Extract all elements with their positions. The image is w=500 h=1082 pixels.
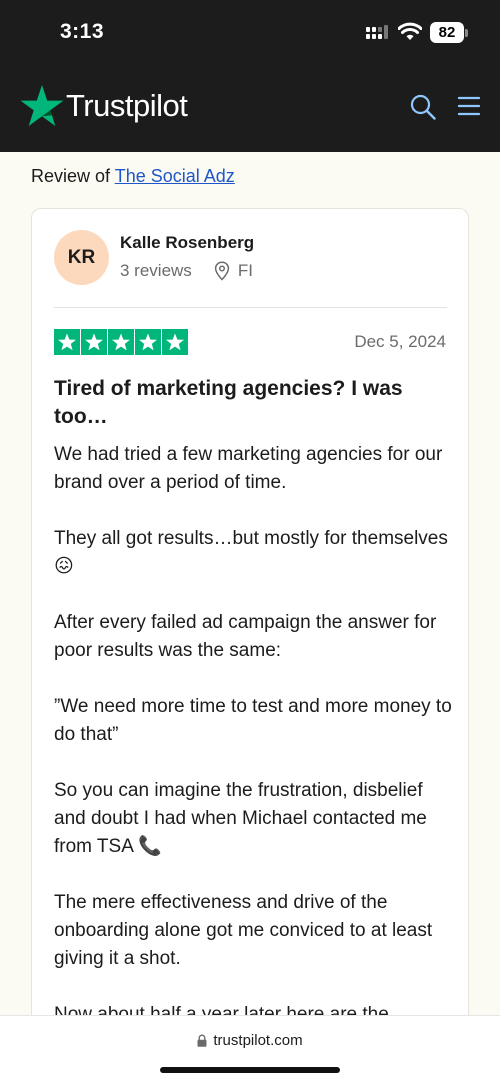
review-paragraph: So you can imagine the frustration, disb…: [54, 780, 427, 857]
review-paragraph: The mere effectiveness and drive of the …: [54, 892, 433, 969]
battery-tip: [465, 29, 468, 37]
review-paragraph: We had tried a few marketing agencies fo…: [54, 444, 443, 493]
brand-name: Trustpilot: [66, 88, 188, 123]
wifi-icon: [398, 22, 422, 40]
reviews-count: 3 reviews: [120, 261, 192, 280]
review-card: KR Kalle Rosenberg 3 reviews FI Dec 5, 2…: [31, 208, 469, 1082]
star-rating: [54, 329, 189, 355]
review-of-prefix: Review of: [31, 166, 111, 186]
status-time: 3:13: [60, 20, 105, 43]
author-name[interactable]: Kalle Rosenberg: [120, 233, 254, 253]
review-title: Tired of marketing agencies? I was too…: [54, 377, 403, 428]
rating-star-icon: [135, 329, 161, 355]
top-bar: 3:13 82 Trustpilot: [0, 0, 500, 152]
trustpilot-star-icon: [20, 85, 64, 126]
browser-address-bar[interactable]: trustpilot.com: [0, 1015, 500, 1082]
avatar[interactable]: KR: [54, 230, 109, 285]
review-paragraph: ”We need more time to test and more mone…: [54, 696, 452, 745]
rating-star-icon: [54, 329, 80, 355]
divider: [54, 307, 447, 308]
review-body: We had tried a few marketing agencies fo…: [54, 441, 454, 1057]
review-paragraph: After every failed ad campaign the answe…: [54, 612, 437, 661]
review-paragraph: They all got results…but mostly for them…: [54, 528, 448, 577]
author-meta: 3 reviews FI: [120, 261, 253, 281]
rating-star-icon: [108, 329, 134, 355]
home-indicator[interactable]: [160, 1067, 340, 1073]
rating-star-icon: [81, 329, 107, 355]
lock-icon: [197, 1034, 207, 1047]
battery-indicator: 82: [430, 22, 464, 43]
company-link[interactable]: The Social Adz: [115, 166, 235, 186]
review-of-line: Review of The Social Adz: [31, 166, 235, 187]
url-text: trustpilot.com: [213, 1032, 303, 1049]
menu-icon[interactable]: [458, 96, 480, 116]
rating-star-icon: [162, 329, 188, 355]
trustpilot-logo[interactable]: Trustpilot: [20, 84, 188, 128]
review-date: Dec 5, 2024: [354, 332, 446, 351]
cellular-signal-icon: [366, 25, 388, 39]
location-pin-icon: [214, 261, 229, 281]
url-display[interactable]: trustpilot.com: [0, 1032, 500, 1049]
search-icon[interactable]: [410, 94, 436, 120]
country-code: FI: [237, 261, 253, 280]
status-bar: 3:13 82: [0, 0, 500, 66]
